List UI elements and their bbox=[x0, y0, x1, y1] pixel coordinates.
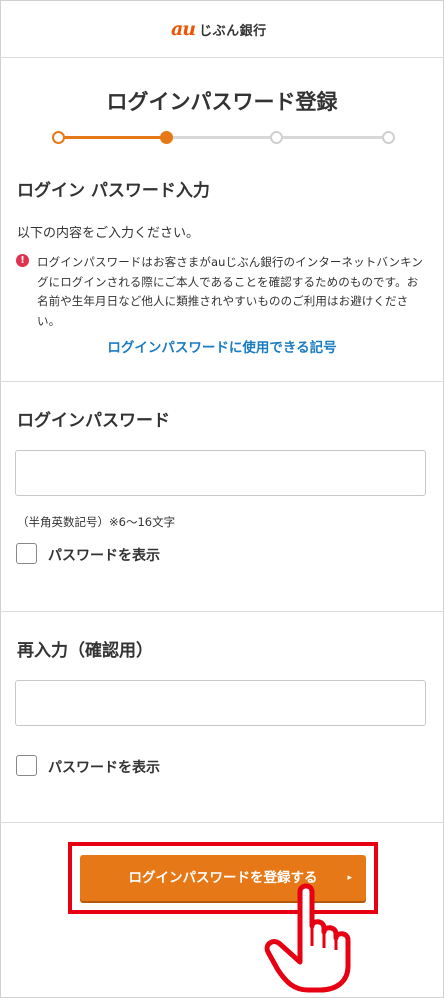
bank-logo: au じぶん銀行 bbox=[171, 17, 267, 41]
instruction-text: 以下の内容をご入力ください。 bbox=[17, 226, 200, 241]
page-title: ログインパスワード登録 bbox=[106, 90, 338, 114]
divider-2 bbox=[0, 611, 444, 612]
alert-icon: ! bbox=[16, 254, 29, 267]
password-hint: （半角英数記号）※6〜16文字 bbox=[17, 515, 176, 529]
password-field-title: ログインパスワード bbox=[17, 411, 170, 431]
step-1 bbox=[52, 131, 65, 144]
logo-bank-name: じぶん銀行 bbox=[199, 23, 267, 39]
show-password-checkbox[interactable] bbox=[16, 543, 37, 564]
header: au じぶん銀行 bbox=[0, 0, 444, 58]
progress-stepper bbox=[52, 131, 395, 145]
confirm-password-input[interactable] bbox=[15, 680, 426, 726]
step-4 bbox=[382, 131, 395, 144]
notice-text: ログインパスワードはお客さまがauじぶん銀行のインターネットバンキングにログイン… bbox=[37, 255, 423, 328]
pointing-hand-icon bbox=[264, 883, 351, 993]
password-input[interactable] bbox=[15, 450, 426, 496]
divider-3 bbox=[0, 822, 444, 823]
logo-au-mark: au bbox=[171, 18, 196, 40]
step-3 bbox=[270, 131, 283, 144]
section-title-input: ログイン パスワード入力 bbox=[17, 181, 210, 201]
show-password-label[interactable]: パスワードを表示 bbox=[48, 545, 160, 565]
usable-symbols-link[interactable]: ログインパスワードに使用できる記号 bbox=[0, 336, 444, 356]
show-confirm-password-checkbox[interactable] bbox=[16, 755, 37, 776]
step-2-current bbox=[160, 131, 173, 144]
divider-1 bbox=[0, 381, 444, 382]
confirm-field-title: 再入力（確認用） bbox=[17, 641, 153, 661]
step-line-done bbox=[61, 136, 167, 139]
show-confirm-password-label[interactable]: パスワードを表示 bbox=[48, 757, 160, 777]
